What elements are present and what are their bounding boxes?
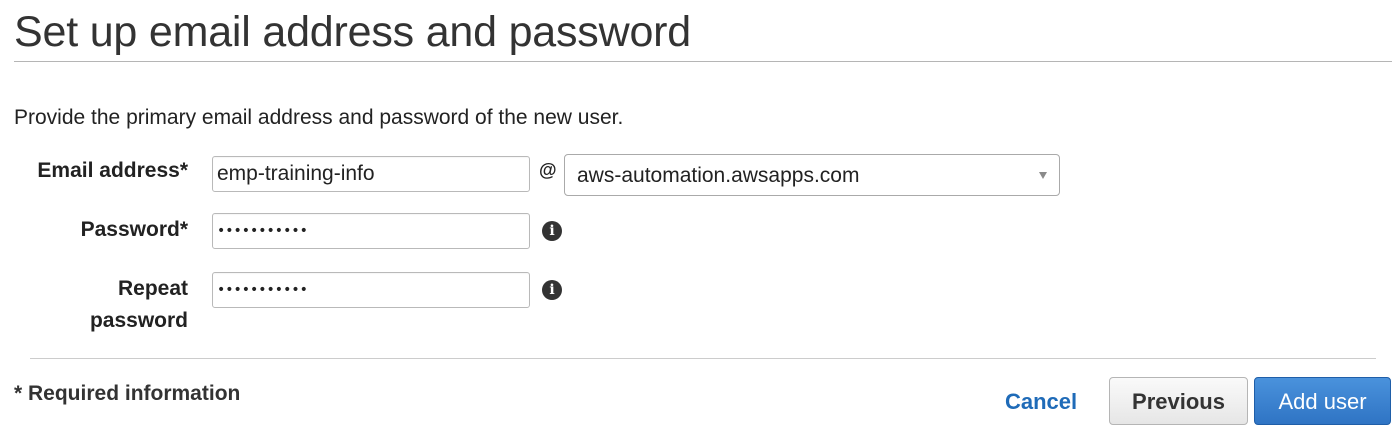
- repeat-password-label-line1: Repeat: [117, 277, 188, 300]
- previous-button[interactable]: Previous: [1109, 377, 1248, 425]
- page-title: Set up email address and password: [14, 8, 692, 56]
- footer-divider: [30, 358, 1376, 359]
- email-local-part-input[interactable]: [212, 156, 530, 192]
- password-info-icon[interactable]: i: [542, 221, 562, 241]
- at-symbol: @: [539, 160, 557, 180]
- repeat-password-info-icon[interactable]: i: [542, 280, 562, 300]
- password-label: Password*: [80, 218, 188, 241]
- password-input[interactable]: [212, 213, 530, 249]
- add-user-button[interactable]: Add user: [1254, 377, 1391, 425]
- domain-select-value: aws-automation.awsapps.com: [577, 164, 860, 187]
- intro-text: Provide the primary email address and pa…: [14, 106, 624, 129]
- email-label: Email address*: [37, 159, 188, 182]
- cancel-button[interactable]: Cancel: [1005, 389, 1077, 415]
- domain-select[interactable]: aws-automation.awsapps.com: [564, 154, 1060, 196]
- repeat-password-label-line2: password: [89, 309, 188, 332]
- repeat-password-label: Repeat password: [90, 273, 188, 337]
- repeat-password-input[interactable]: [212, 272, 530, 308]
- required-information-note: * Required information: [14, 382, 241, 405]
- chevron-down-icon: [1039, 172, 1047, 179]
- title-divider: [14, 61, 1392, 62]
